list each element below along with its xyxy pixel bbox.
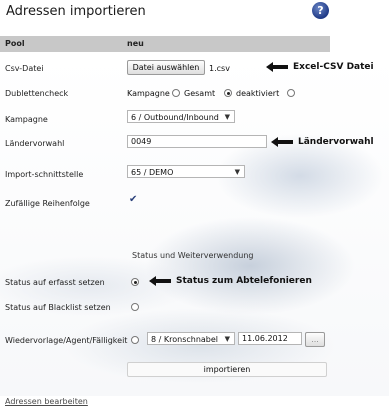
- chevron-down-icon: ▼: [224, 335, 230, 343]
- dublette-radio-deaktiviert[interactable]: [287, 89, 295, 97]
- more-button[interactable]: ...: [305, 332, 325, 347]
- laendervorwahl-input[interactable]: 0049: [127, 135, 267, 148]
- dublette-radio-kampagne[interactable]: [172, 89, 180, 97]
- section-title: Status und Weiterverwendung: [132, 251, 254, 260]
- dublette-opt-gesamt-label: Gesamt: [184, 89, 216, 98]
- date-input[interactable]: 11.06.2012: [238, 332, 302, 345]
- arrow-left-icon: [271, 137, 293, 147]
- help-icon[interactable]: ?: [312, 2, 329, 19]
- annotation-laender: Ländervorwahl: [298, 137, 374, 147]
- kampagne-value: 6 / Outbound/Inbound: [131, 113, 219, 122]
- kampagne-label: Kampagne: [5, 115, 48, 124]
- table-header: Pool neu: [0, 36, 330, 52]
- laendervorwahl-label: Ländervorwahl: [5, 139, 65, 148]
- dublette-radio-gesamt[interactable]: [224, 89, 232, 97]
- status-blacklist-label: Status auf Blacklist setzen: [5, 303, 111, 312]
- choose-file-button[interactable]: Datei auswählen: [127, 60, 205, 75]
- import-value: 65 / DEMO: [131, 168, 174, 177]
- import-select[interactable]: 65 / DEMO ▼: [127, 165, 245, 178]
- page-title: Adressen importieren: [6, 4, 146, 19]
- agent-value: 8 / Kronschnabel: [151, 335, 219, 344]
- csv-label: Csv-Datei: [5, 64, 44, 73]
- status-erfasst-label: Status auf erfasst setzen: [5, 278, 105, 287]
- status-erfasst-radio[interactable]: [131, 278, 139, 286]
- zufall-label: Zufällige Reihenfolge: [5, 199, 90, 208]
- header-pool: Pool: [5, 39, 25, 48]
- annotation-status: Status zum Abtelefonieren: [176, 276, 312, 286]
- wiedervorlage-label: Wiedervorlage/Agent/Fälligkeit: [5, 336, 128, 345]
- agent-select[interactable]: 8 / Kronschnabel ▼: [147, 332, 235, 345]
- import-button[interactable]: importieren: [127, 362, 327, 377]
- kampagne-select[interactable]: 6 / Outbound/Inbound ▼: [127, 110, 235, 123]
- dublette-opt-kampagne-label: Kampagne: [127, 89, 170, 98]
- edit-addresses-link[interactable]: Adressen bearbeiten: [5, 397, 88, 406]
- dublettencheck-label: Dublettencheck: [5, 89, 69, 98]
- arrow-left-icon: [149, 276, 171, 286]
- csv-filename: 1.csv: [209, 64, 230, 73]
- chevron-down-icon: ▼: [224, 113, 230, 121]
- header-neu: neu: [127, 39, 144, 48]
- dublette-opt-deaktiviert-label: deaktiviert: [236, 89, 280, 98]
- zufall-checkbox[interactable]: ✔: [129, 195, 137, 205]
- arrow-left-icon: [266, 62, 288, 72]
- import-label: Import-schnittstelle: [5, 170, 84, 179]
- chevron-down-icon: ▼: [234, 168, 240, 176]
- status-blacklist-radio[interactable]: [131, 303, 139, 311]
- wiedervorlage-radio[interactable]: [131, 336, 139, 344]
- annotation-csv: Excel-CSV Datei: [293, 62, 374, 72]
